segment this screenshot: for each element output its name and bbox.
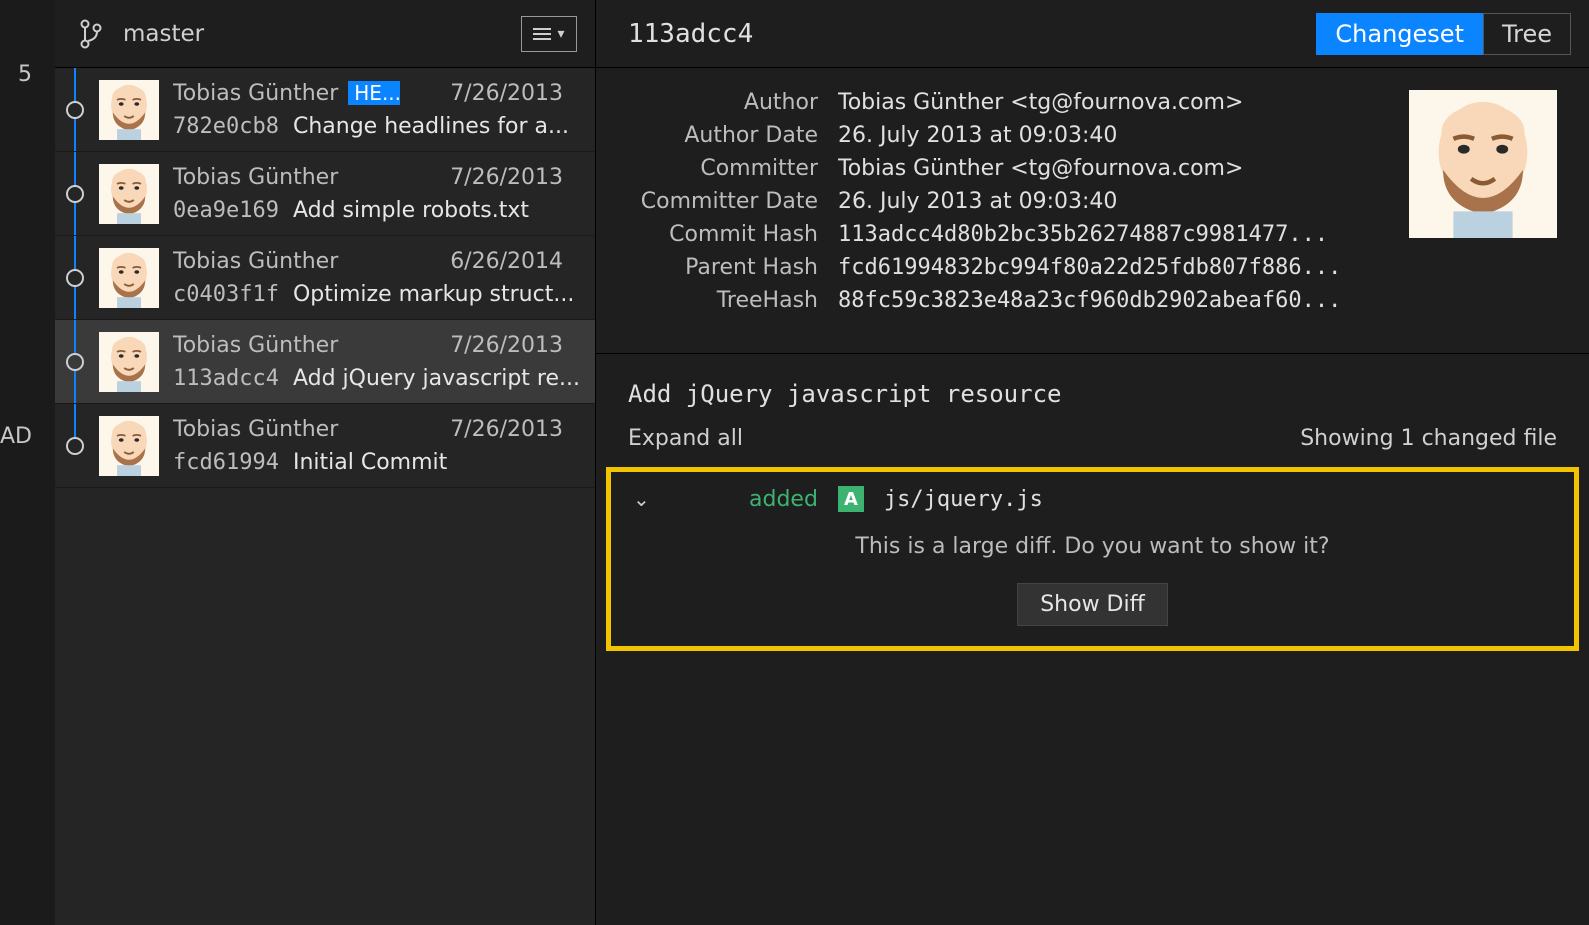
commit-message: Add simple robots.txt	[293, 198, 529, 223]
commit-message: Change headlines for a...	[293, 114, 569, 139]
avatar	[99, 248, 159, 308]
gutter-tag: AD	[0, 424, 32, 449]
file-status: added	[749, 487, 818, 512]
commit-date: 7/26/2013	[450, 333, 583, 358]
graph-node	[66, 437, 84, 455]
commit-row[interactable]: Tobias Günther 6/26/2014 c0403f1f Optimi…	[55, 236, 595, 320]
meta-value-commithash: 113adcc4d80b2bc35b26274887c9981477...	[838, 222, 1391, 247]
show-diff-button[interactable]: Show Diff	[1017, 583, 1168, 626]
avatar	[99, 80, 159, 140]
avatar	[99, 164, 159, 224]
branch-header: master ▾	[55, 0, 595, 68]
file-added-badge: A	[838, 486, 864, 512]
head-badge: HE...	[348, 81, 400, 105]
file-path: js/jquery.js	[884, 487, 1043, 512]
commit-author: Tobias Günther	[173, 333, 338, 358]
commit-author: Tobias Günther	[173, 249, 338, 274]
commit-author: Tobias Günther	[173, 165, 338, 190]
graph-node	[66, 353, 84, 371]
commit-hash: c0403f1f	[173, 282, 279, 307]
meta-label-parenthash: Parent Hash	[628, 255, 818, 280]
graph-node	[66, 101, 84, 119]
commit-date: 7/26/2013	[450, 81, 583, 106]
meta-value-treehash: 88fc59c3823e48a23cf960db2902abeaf60...	[838, 288, 1391, 313]
avatar	[99, 416, 159, 476]
commit-author: Tobias Günther	[173, 81, 338, 106]
commit-hash: 113adcc4	[173, 366, 279, 391]
meta-value-author: Tobias Günther <tg@fournova.com>	[838, 90, 1391, 115]
meta-value-committerdate: 26. July 2013 at 09:03:40	[838, 189, 1391, 214]
commit-hash: 782e0cb8	[173, 114, 279, 139]
commit-row[interactable]: Tobias Günther 7/26/2013 fcd61994 Initia…	[55, 404, 595, 488]
menu-icon	[533, 28, 551, 40]
commit-date: 7/26/2013	[450, 165, 583, 190]
changed-files-box: ⌄ added A js/jquery.js This is a large d…	[606, 467, 1579, 651]
meta-label-authordate: Author Date	[628, 123, 818, 148]
commit-message: Add jQuery javascript re...	[293, 366, 580, 391]
author-avatar	[1409, 90, 1557, 238]
commit-message: Optimize markup struct...	[293, 282, 574, 307]
file-row[interactable]: ⌄ added A js/jquery.js	[611, 472, 1574, 522]
commit-row-selected[interactable]: Tobias Günther 7/26/2013 113adcc4 Add jQ…	[55, 320, 595, 404]
meta-label-committer: Committer	[628, 156, 818, 181]
commit-message: Initial Commit	[293, 450, 447, 475]
chevron-down-icon: ▾	[557, 26, 564, 42]
meta-value-parenthash: fcd61994832bc994f80a22d25fdb807f886...	[838, 255, 1391, 280]
meta-label-author: Author	[628, 90, 818, 115]
commit-hash: 0ea9e169	[173, 198, 279, 223]
details-panel: 113adcc4 Changeset Tree Author Tobias Gü…	[596, 0, 1589, 925]
files-summary: Showing 1 changed file	[1300, 426, 1557, 451]
full-commit-message: Add jQuery javascript resource	[596, 354, 1589, 426]
large-diff-message: This is a large diff. Do you want to sho…	[611, 522, 1574, 583]
chevron-down-icon[interactable]: ⌄	[633, 487, 655, 511]
branch-name[interactable]: master	[123, 21, 501, 47]
commit-author: Tobias Günther	[173, 417, 338, 442]
details-header: 113adcc4 Changeset Tree	[596, 0, 1589, 68]
meta-value-authordate: 26. July 2013 at 09:03:40	[838, 123, 1391, 148]
meta-label-treehash: TreeHash	[628, 288, 818, 313]
commit-metadata: Author Tobias Günther <tg@fournova.com> …	[596, 68, 1589, 354]
commit-date: 6/26/2014	[450, 249, 583, 274]
expand-all-button[interactable]: Expand all	[628, 426, 743, 451]
commit-row[interactable]: Tobias Günther HE... 7/26/2013 782e0cb8 …	[55, 68, 595, 152]
commit-hash: fcd61994	[173, 450, 279, 475]
tab-tree[interactable]: Tree	[1483, 13, 1571, 55]
details-title: 113adcc4	[628, 19, 1298, 49]
avatar	[99, 332, 159, 392]
meta-label-committerdate: Committer Date	[628, 189, 818, 214]
meta-value-committer: Tobias Günther <tg@fournova.com>	[838, 156, 1391, 181]
commit-row[interactable]: Tobias Günther 7/26/2013 0ea9e169 Add si…	[55, 152, 595, 236]
gutter-count: 5	[18, 62, 32, 87]
graph-node	[66, 269, 84, 287]
commits-panel: master ▾ Tobias Günther HE... 7/26/2013 …	[55, 0, 596, 925]
commit-date: 7/26/2013	[450, 417, 583, 442]
tab-changeset[interactable]: Changeset	[1316, 13, 1483, 55]
branch-menu-button[interactable]: ▾	[521, 16, 577, 52]
graph-node	[66, 185, 84, 203]
branch-icon	[79, 19, 103, 49]
commit-list: Tobias Günther HE... 7/26/2013 782e0cb8 …	[55, 68, 595, 925]
meta-label-commithash: Commit Hash	[628, 222, 818, 247]
